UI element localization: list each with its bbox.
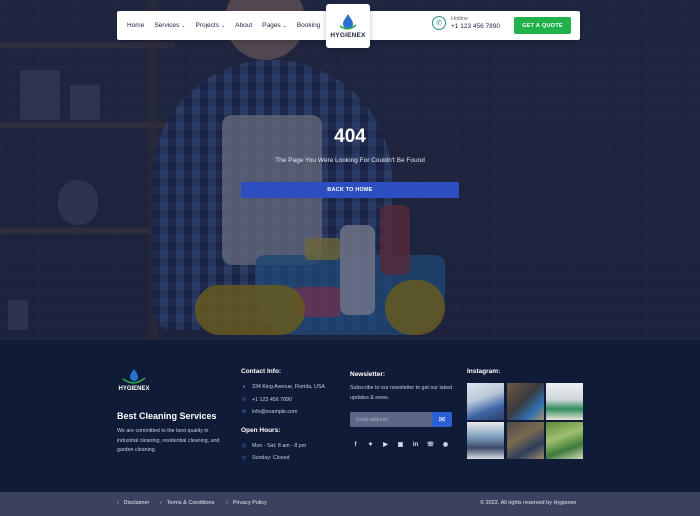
terms-link[interactable]: › Terms & Conditions (160, 500, 214, 506)
get-quote-button[interactable]: GET A QUOTE (514, 17, 571, 34)
footer-logo[interactable]: HYGIENEX (116, 368, 152, 392)
footer-logo-text: HYGIENEX (118, 386, 150, 392)
hotline[interactable]: ✆ Hotline +1 123 456 7890 (432, 16, 500, 30)
disclaimer-link[interactable]: › Disclaimer (117, 500, 149, 506)
nav-item-booking[interactable]: Booking (297, 22, 321, 29)
hours-weekdays: ◷ Mon - Sat: 8 am - 8 pm (241, 443, 307, 449)
logo-text: HYGIENEX (330, 32, 366, 39)
instagram-photo[interactable] (467, 422, 504, 459)
instagram-photo[interactable] (467, 383, 504, 420)
chevron-down-icon: ⌄ (282, 22, 287, 29)
hours-sunday: ◷ Sunday: Closed (241, 455, 290, 461)
nav-item-projects[interactable]: Projects ⌄ (195, 22, 225, 29)
contact-address: ● 334 King Avenue, Florida, USA (242, 384, 325, 390)
instagram-photo[interactable] (546, 422, 583, 459)
error-message: The Page You Were Looking For Couldn't B… (275, 157, 425, 164)
linkedin-icon[interactable]: in (412, 441, 419, 448)
map-pin-icon: ● (242, 384, 246, 390)
envelope-icon: ✉ (241, 409, 247, 415)
chevron-right-icon: › (117, 500, 119, 506)
chevron-right-icon: › (226, 500, 228, 506)
facebook-icon[interactable]: f (352, 441, 359, 448)
newsletter-email-input[interactable]: Email address (350, 412, 432, 427)
hero-overlay (0, 0, 700, 340)
instagram-photo[interactable] (506, 383, 544, 420)
messenger-icon[interactable]: ◉ (442, 441, 449, 448)
nav-item-about[interactable]: About (235, 22, 252, 29)
instagram-heading: Instagram: (467, 368, 501, 375)
footer-description: We are committed to the best quality in … (117, 428, 220, 453)
nav-links: Home Services ⌄ Projects ⌄ About Pages ⌄ Bo… (127, 11, 320, 40)
nav-item-home[interactable]: Home (127, 22, 144, 29)
hotline-number: +1 123 456 7890 (451, 23, 500, 30)
hero-section (0, 0, 700, 340)
back-to-home-button[interactable]: BACK TO HOME (241, 182, 459, 198)
clock-icon: ◷ (241, 443, 247, 449)
twitter-icon[interactable]: ✦ (367, 441, 374, 448)
newsletter-description: Subscribe to our newsletter to get our l… (350, 385, 453, 401)
chevron-down-icon: ⌄ (181, 22, 186, 29)
copyright-text: © 2022. All rights reserved by Hygienex (480, 500, 577, 506)
hotline-label: Hotline (451, 16, 469, 22)
privacy-link[interactable]: › Privacy Policy (226, 500, 267, 506)
newsletter-submit-button[interactable]: ✉ (432, 412, 452, 427)
envelope-icon: ✉ (438, 415, 446, 424)
contact-phone[interactable]: ✆ +1 123 456 7890 (241, 397, 292, 403)
phone-icon: ✆ (432, 16, 446, 30)
water-drop-logo-icon (122, 369, 146, 384)
footer-title: Best Cleaning Services (117, 411, 217, 421)
error-code: 404 (334, 126, 366, 147)
newsletter-heading: Newsletter: (350, 371, 386, 378)
hotline-text: Hotline +1 123 456 7890 (451, 16, 500, 30)
instagram-photo[interactable] (546, 383, 583, 420)
chevron-right-icon: › (160, 500, 162, 506)
instagram-icon[interactable]: ▣ (397, 441, 404, 448)
youtube-icon[interactable]: ▶ (382, 441, 389, 448)
nav-item-pages[interactable]: Pages ⌄ (262, 22, 287, 29)
instagram-grid (467, 383, 583, 459)
bottom-bar (0, 492, 700, 516)
contact-heading: Contact Info: (241, 368, 282, 375)
contact-email[interactable]: ✉ info@example.com (241, 409, 298, 415)
chevron-down-icon: ⌄ (220, 22, 226, 29)
hours-heading: Open Hours: (241, 427, 281, 434)
nav-item-services[interactable]: Services ⌄ (154, 22, 185, 29)
phone-icon: ✆ (241, 397, 247, 403)
instagram-photo[interactable] (506, 422, 544, 459)
clock-icon: ◷ (241, 455, 247, 461)
site-logo[interactable]: HYGIENEX (326, 4, 370, 48)
whatsapp-icon[interactable]: ☏ (427, 441, 435, 448)
water-drop-logo-icon (339, 14, 357, 30)
social-links: f ✦ ▶ ▣ in ☏ ◉ (352, 441, 449, 449)
